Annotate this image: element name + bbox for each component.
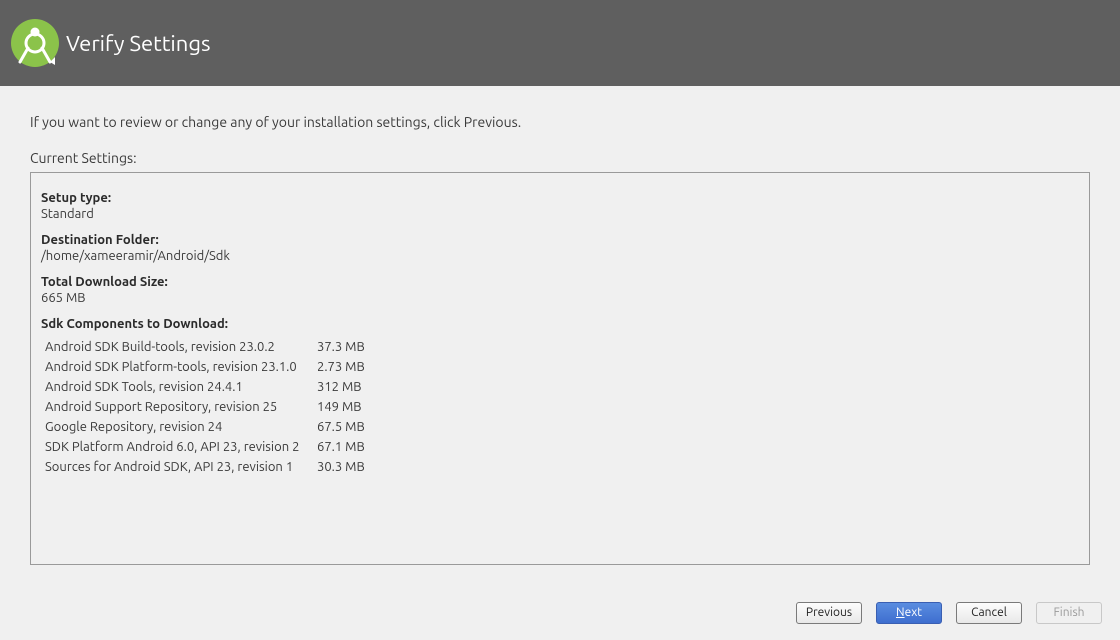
component-name: Android SDK Build-tools, revision 23.0.2 (45, 337, 317, 357)
setup-type-value: Standard (41, 207, 1079, 221)
previous-button[interactable]: Previous (796, 602, 862, 624)
setup-type-label: Setup type: (41, 191, 1079, 205)
component-size: 2.73 MB (317, 357, 365, 377)
page-title: Verify Settings (66, 31, 211, 56)
component-row: Android Support Repository, revision 251… (45, 397, 365, 417)
components-table: Android SDK Build-tools, revision 23.0.2… (45, 337, 365, 477)
component-name: Android SDK Tools, revision 24.4.1 (45, 377, 317, 397)
component-size: 37.3 MB (317, 337, 365, 357)
settings-panel: Setup type: Standard Destination Folder:… (30, 172, 1090, 565)
component-row: Android SDK Tools, revision 24.4.1312 MB (45, 377, 365, 397)
component-row: Android SDK Build-tools, revision 23.0.2… (45, 337, 365, 357)
component-row: Sources for Android SDK, API 23, revisio… (45, 457, 365, 477)
instructions-text: If you want to review or change any of y… (30, 114, 1090, 130)
finish-button: Finish (1036, 602, 1102, 624)
android-studio-logo-icon (10, 18, 60, 68)
component-size: 67.1 MB (317, 437, 365, 457)
destination-folder-label: Destination Folder: (41, 233, 1079, 247)
component-row: SDK Platform Android 6.0, API 23, revisi… (45, 437, 365, 457)
content-area: If you want to review or change any of y… (0, 86, 1120, 640)
component-row: Android SDK Platform-tools, revision 23.… (45, 357, 365, 377)
component-name: Android Support Repository, revision 25 (45, 397, 317, 417)
component-size: 67.5 MB (317, 417, 365, 437)
component-name: Android SDK Platform-tools, revision 23.… (45, 357, 317, 377)
component-size: 149 MB (317, 397, 365, 417)
current-settings-label: Current Settings: (30, 150, 1090, 166)
component-name: Sources for Android SDK, API 23, revisio… (45, 457, 317, 477)
total-download-size-value: 665 MB (41, 291, 1079, 305)
component-name: SDK Platform Android 6.0, API 23, revisi… (45, 437, 317, 457)
component-name: Google Repository, revision 24 (45, 417, 317, 437)
next-button[interactable]: Next (876, 602, 942, 624)
destination-folder-value: /home/xameeramir/Android/Sdk (41, 249, 1079, 263)
sdk-components-label: Sdk Components to Download: (41, 317, 1079, 331)
component-size: 30.3 MB (317, 457, 365, 477)
component-row: Google Repository, revision 2467.5 MB (45, 417, 365, 437)
total-download-size-label: Total Download Size: (41, 275, 1079, 289)
cancel-button[interactable]: Cancel (956, 602, 1022, 624)
button-bar: Previous Next Cancel Finish (796, 602, 1102, 624)
header-bar: Verify Settings (0, 0, 1120, 86)
component-size: 312 MB (317, 377, 365, 397)
